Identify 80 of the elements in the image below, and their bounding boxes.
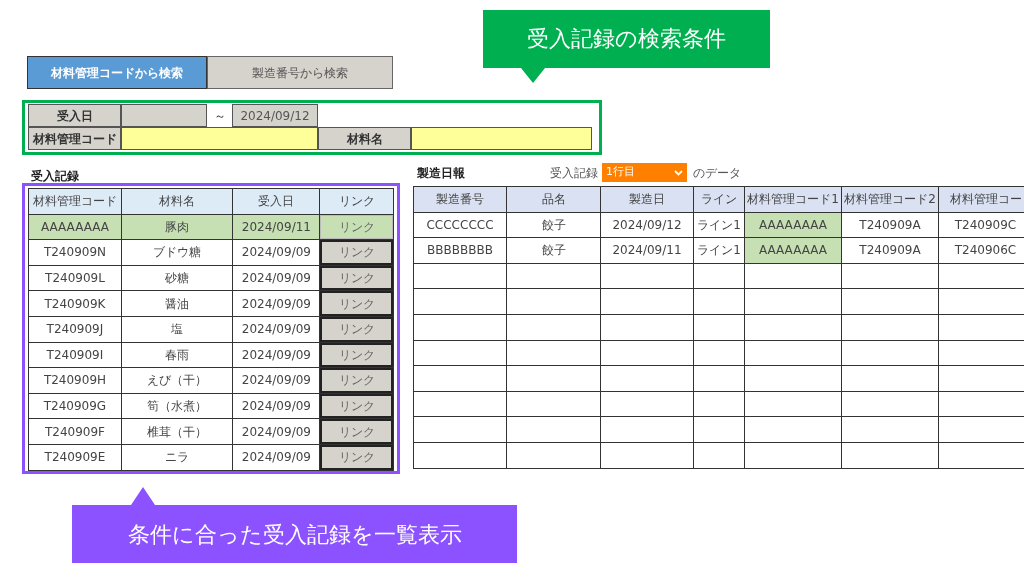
- table-cell: 春雨: [121, 342, 233, 368]
- chevron-icon: [674, 169, 683, 176]
- field-label: 材料名: [318, 127, 411, 150]
- table-cell: 2024/09/09: [232, 418, 320, 445]
- table-cell: ニラ: [121, 444, 233, 471]
- row-select[interactable]: 1行目: [602, 163, 687, 182]
- table-cell: T240909K: [28, 290, 122, 317]
- callout-label: 受入記録の検索条件: [483, 10, 770, 83]
- table-cell: T240909A: [841, 212, 939, 238]
- table-cell: 筍（水煮）: [121, 393, 233, 419]
- name-input-field[interactable]: [411, 127, 592, 150]
- table-cell: T240909E: [28, 444, 122, 471]
- column-header: 製造番号: [413, 186, 507, 213]
- table-cell: 砂糖: [121, 265, 233, 291]
- link-button[interactable]: リンク: [320, 393, 393, 419]
- table-cell: CCCCCCCC: [413, 212, 507, 238]
- table-cell: 2024/09/12: [600, 212, 694, 238]
- table-cell: 2024/09/09: [232, 444, 320, 471]
- table-cell: AAAAAAAA: [28, 214, 122, 240]
- column-header: 材料名: [121, 188, 233, 215]
- section-title: 受入記録: [31, 168, 80, 183]
- table-cell: ライン1: [693, 237, 745, 264]
- table-cell: T240909F: [28, 418, 122, 445]
- table-cell: 塩: [121, 316, 233, 343]
- link-button[interactable]: リンク: [320, 419, 393, 444]
- table-cell: ブドウ糖: [121, 239, 233, 266]
- table-cell: 2024/09/09: [232, 290, 320, 317]
- link-button[interactable]: リンク: [320, 342, 393, 368]
- table-cell: T240909I: [28, 342, 122, 368]
- table-cell: T240909L: [28, 265, 122, 291]
- column-header: リンク: [319, 188, 394, 215]
- table-cell: AAAAAAAA: [744, 212, 842, 238]
- table-cell: 餃子: [506, 237, 601, 264]
- link-button[interactable]: リンク: [320, 214, 393, 240]
- link-button[interactable]: リンク: [320, 291, 393, 316]
- field-label: 材料管理コード: [28, 127, 121, 150]
- table-cell: えび（干）: [121, 367, 233, 394]
- date-to-field[interactable]: 2024/09/12: [232, 104, 318, 127]
- table-cell: T240909A: [841, 237, 939, 264]
- column-header: 材料管理コード2: [841, 186, 939, 213]
- table-cell: 2024/09/11: [232, 214, 320, 240]
- search-tab[interactable]: 材料管理コードから検索: [27, 56, 207, 89]
- table-cell: 餃子: [506, 212, 601, 238]
- link-button[interactable]: リンク: [320, 240, 393, 265]
- column-header: 受入日: [232, 188, 320, 215]
- table-cell: 2024/09/09: [232, 342, 320, 368]
- table-cell: 豚肉: [121, 214, 233, 240]
- table-cell: 2024/09/09: [232, 393, 320, 419]
- table-cell: T240909H: [28, 367, 122, 394]
- table-cell: 2024/09/09: [232, 367, 320, 394]
- link-button[interactable]: リンク: [320, 265, 393, 291]
- table-cell: 2024/09/11: [600, 237, 694, 264]
- link-button[interactable]: リンク: [320, 368, 393, 393]
- date-from-field[interactable]: [121, 104, 207, 127]
- section-title: 製造日報: [417, 164, 466, 182]
- column-header: ライン: [693, 186, 745, 213]
- table-cell: 2024/09/09: [232, 316, 320, 343]
- column-header: 製造日: [600, 186, 694, 213]
- column-header: 材料管理コード1: [744, 186, 842, 213]
- picker-suffix: のデータ: [693, 164, 741, 182]
- table-cell: T240909N: [28, 239, 122, 266]
- column-header: 品名: [506, 186, 601, 213]
- search-tab[interactable]: 製造番号から検索: [207, 56, 393, 89]
- table-cell: T240909G: [28, 393, 122, 419]
- table-cell: 2024/09/09: [232, 265, 320, 291]
- link-button[interactable]: リンク: [320, 444, 393, 470]
- table-cell: 醤油: [121, 290, 233, 317]
- column-header: 材料管理コー: [938, 186, 1024, 213]
- code-input-field[interactable]: [121, 127, 318, 150]
- table-cell: T240909J: [28, 316, 122, 343]
- field-label: 受入日: [28, 104, 121, 127]
- callout-label: 条件に合った受入記録を一覧表示: [72, 487, 517, 563]
- column-header: 材料管理コード: [28, 188, 122, 215]
- table-cell: 椎茸（干）: [121, 418, 233, 445]
- picker-label: 受入記録: [550, 164, 598, 182]
- link-button[interactable]: リンク: [320, 316, 393, 342]
- table-cell: ライン1: [693, 212, 745, 238]
- table-cell: BBBBBBBB: [413, 237, 507, 264]
- table-cell: AAAAAAAA: [744, 237, 842, 264]
- table-cell: 2024/09/09: [232, 239, 320, 266]
